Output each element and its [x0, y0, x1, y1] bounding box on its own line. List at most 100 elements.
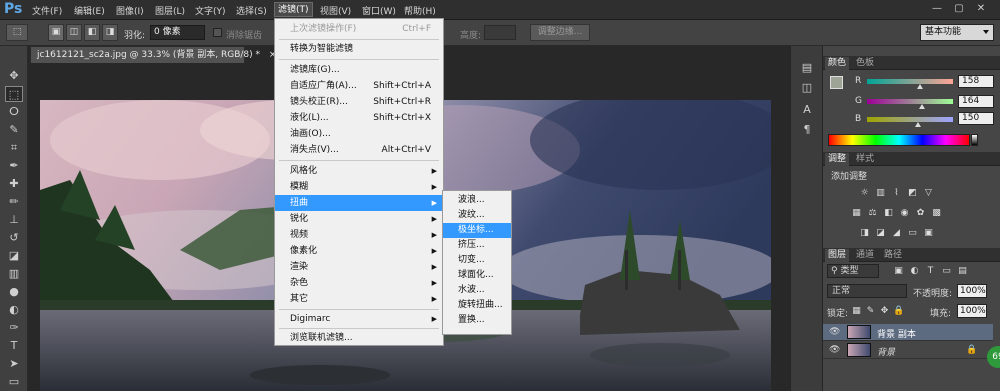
- blur-tool-icon[interactable]: ●: [5, 284, 23, 300]
- tab-swatches[interactable]: 色板: [853, 57, 877, 70]
- menu-distort[interactable]: 扭曲 ▶: [275, 195, 443, 211]
- tab-styles[interactable]: 样式: [853, 153, 877, 166]
- gradient-tool-icon[interactable]: ▥: [5, 266, 23, 282]
- color-spectrum-bar[interactable]: [828, 134, 970, 146]
- r-value-input[interactable]: 158: [958, 75, 994, 88]
- menu-view[interactable]: 视图(V): [320, 4, 351, 17]
- filter-shape-icon[interactable]: ▭: [941, 266, 952, 276]
- quick-select-tool-icon[interactable]: ✎: [5, 122, 23, 138]
- color-lookup-icon[interactable]: ▩: [931, 208, 942, 218]
- g-value-input[interactable]: 164: [958, 95, 994, 108]
- menu-lens-correction[interactable]: 镜头校正(R)... Shift+Ctrl+R: [275, 94, 443, 110]
- black-white-icon[interactable]: ◧: [883, 208, 894, 218]
- menu-sharpen[interactable]: 锐化 ▶: [275, 211, 443, 227]
- g-slider-thumb[interactable]: [919, 104, 926, 109]
- history-brush-icon[interactable]: ↺: [5, 230, 23, 246]
- submenu-twirl[interactable]: 旋转扭曲...: [443, 298, 511, 313]
- selective-color-icon[interactable]: ▣: [923, 228, 934, 238]
- brush-tool-icon[interactable]: ✏: [5, 194, 23, 210]
- submenu-ripple[interactable]: 波纹...: [443, 208, 511, 223]
- color-balance-icon[interactable]: ⚖: [867, 208, 878, 218]
- submenu-zigzag[interactable]: 水波...: [443, 283, 511, 298]
- b-slider-thumb[interactable]: [914, 122, 921, 127]
- menu-help[interactable]: 帮助(H): [404, 4, 436, 17]
- menu-oil-paint[interactable]: 油画(O)...: [275, 126, 443, 142]
- levels-icon[interactable]: ▥: [875, 188, 886, 198]
- layer-row[interactable]: 👁 背景 副本: [823, 324, 993, 341]
- add-selection-icon[interactable]: ◫: [66, 24, 82, 41]
- curves-icon[interactable]: ⌇: [891, 188, 902, 198]
- menu-filter[interactable]: 滤镜(T): [274, 2, 313, 17]
- intersect-selection-icon[interactable]: ◨: [102, 24, 118, 41]
- layer-row[interactable]: 👁 背景 🔒: [823, 342, 993, 359]
- close-window-button[interactable]: ✕: [972, 2, 990, 16]
- submenu-shear[interactable]: 切变...: [443, 253, 511, 268]
- foreground-color-swatch[interactable]: [830, 76, 843, 89]
- posterize-icon[interactable]: ◪: [875, 228, 886, 238]
- vibrance-icon[interactable]: ▽: [923, 188, 934, 198]
- channel-mixer-icon[interactable]: ✿: [915, 208, 926, 218]
- gradient-map-icon[interactable]: ▭: [907, 228, 918, 238]
- submenu-displace[interactable]: 置换...: [443, 313, 511, 328]
- grayscale-ramp[interactable]: [971, 134, 978, 146]
- invert-icon[interactable]: ◨: [859, 228, 870, 238]
- visibility-eye-icon[interactable]: 👁: [829, 345, 840, 355]
- height-input[interactable]: [484, 25, 516, 40]
- menu-window[interactable]: 窗口(W): [362, 4, 396, 17]
- character-panel-icon[interactable]: A: [798, 102, 816, 118]
- menu-noise[interactable]: 杂色 ▶: [275, 275, 443, 291]
- menu-last-filter[interactable]: 上次滤镜操作(F) Ctrl+F: [275, 21, 443, 37]
- lock-all-icon[interactable]: 🔒: [893, 306, 904, 316]
- clone-stamp-icon[interactable]: ⊥: [5, 212, 23, 228]
- layer-name[interactable]: 背景: [877, 345, 895, 358]
- subtract-selection-icon[interactable]: ◧: [84, 24, 100, 41]
- filter-pixel-icon[interactable]: ▣: [893, 266, 904, 276]
- paragraph-panel-icon[interactable]: ¶: [798, 122, 816, 138]
- lock-position-icon[interactable]: ✥: [879, 306, 890, 316]
- menu-pixelate[interactable]: 像素化 ▶: [275, 243, 443, 259]
- menu-file[interactable]: 文件(F): [32, 4, 62, 17]
- antialias-checkbox[interactable]: [213, 28, 222, 37]
- feather-input[interactable]: 0 像素: [150, 25, 205, 40]
- menu-liquify[interactable]: 液化(L)... Shift+Ctrl+X: [275, 110, 443, 126]
- menu-image[interactable]: 图像(I): [116, 4, 144, 17]
- menu-convert-smart-filter[interactable]: 转换为智能滤镜: [275, 41, 443, 57]
- r-slider[interactable]: [867, 79, 953, 84]
- layer-name[interactable]: 背景 副本: [877, 327, 916, 340]
- new-selection-icon[interactable]: ▣: [48, 24, 64, 41]
- menu-video[interactable]: 视频 ▶: [275, 227, 443, 243]
- menu-other[interactable]: 其它 ▶: [275, 291, 443, 307]
- exposure-icon[interactable]: ◩: [907, 188, 918, 198]
- submenu-pinch[interactable]: 挤压...: [443, 238, 511, 253]
- refine-edge-button[interactable]: 调整边缘...: [530, 24, 590, 41]
- document-tab[interactable]: jc1612121_sc2a.jpg @ 33.3% (背景 副本, RGB/8…: [30, 46, 276, 63]
- menu-select[interactable]: 选择(S): [236, 4, 267, 17]
- menu-render[interactable]: 渲染 ▶: [275, 259, 443, 275]
- menu-stylize[interactable]: 风格化 ▶: [275, 163, 443, 179]
- path-select-tool-icon[interactable]: ➤: [5, 356, 23, 372]
- menu-blur[interactable]: 模糊 ▶: [275, 179, 443, 195]
- menu-adaptive-wide-angle[interactable]: 自适应广角(A)... Shift+Ctrl+A: [275, 78, 443, 94]
- tab-paths[interactable]: 路径: [881, 249, 905, 262]
- lock-transparent-icon[interactable]: ▦: [851, 306, 862, 316]
- menu-layer[interactable]: 图层(L): [155, 4, 185, 17]
- filter-adjustment-icon[interactable]: ◐: [909, 266, 920, 276]
- crop-tool-icon[interactable]: ⌗: [5, 140, 23, 156]
- lasso-tool-icon[interactable]: ⵔ: [5, 104, 23, 120]
- history-panel-icon[interactable]: ▤: [798, 60, 816, 76]
- submenu-polar-coordinates[interactable]: 极坐标...: [443, 223, 511, 238]
- b-value-input[interactable]: 150: [958, 112, 994, 125]
- move-tool-icon[interactable]: ✥: [5, 68, 23, 84]
- menu-browse-online-filters[interactable]: 浏览联机滤镜...: [275, 330, 443, 346]
- minimize-button[interactable]: —: [928, 2, 946, 16]
- tab-layers[interactable]: 图层: [825, 249, 850, 262]
- g-slider[interactable]: [867, 99, 953, 104]
- brightness-contrast-icon[interactable]: ☼: [859, 188, 870, 198]
- menu-filter-gallery[interactable]: 滤镜库(G)...: [275, 62, 443, 78]
- marquee-preset-icon[interactable]: ⬚: [6, 24, 28, 41]
- menu-edit[interactable]: 编辑(E): [74, 4, 105, 17]
- visibility-eye-icon[interactable]: 👁: [829, 327, 840, 337]
- properties-panel-icon[interactable]: ◫: [798, 80, 816, 96]
- healing-brush-icon[interactable]: ✚: [5, 176, 23, 192]
- eraser-tool-icon[interactable]: ◪: [5, 248, 23, 264]
